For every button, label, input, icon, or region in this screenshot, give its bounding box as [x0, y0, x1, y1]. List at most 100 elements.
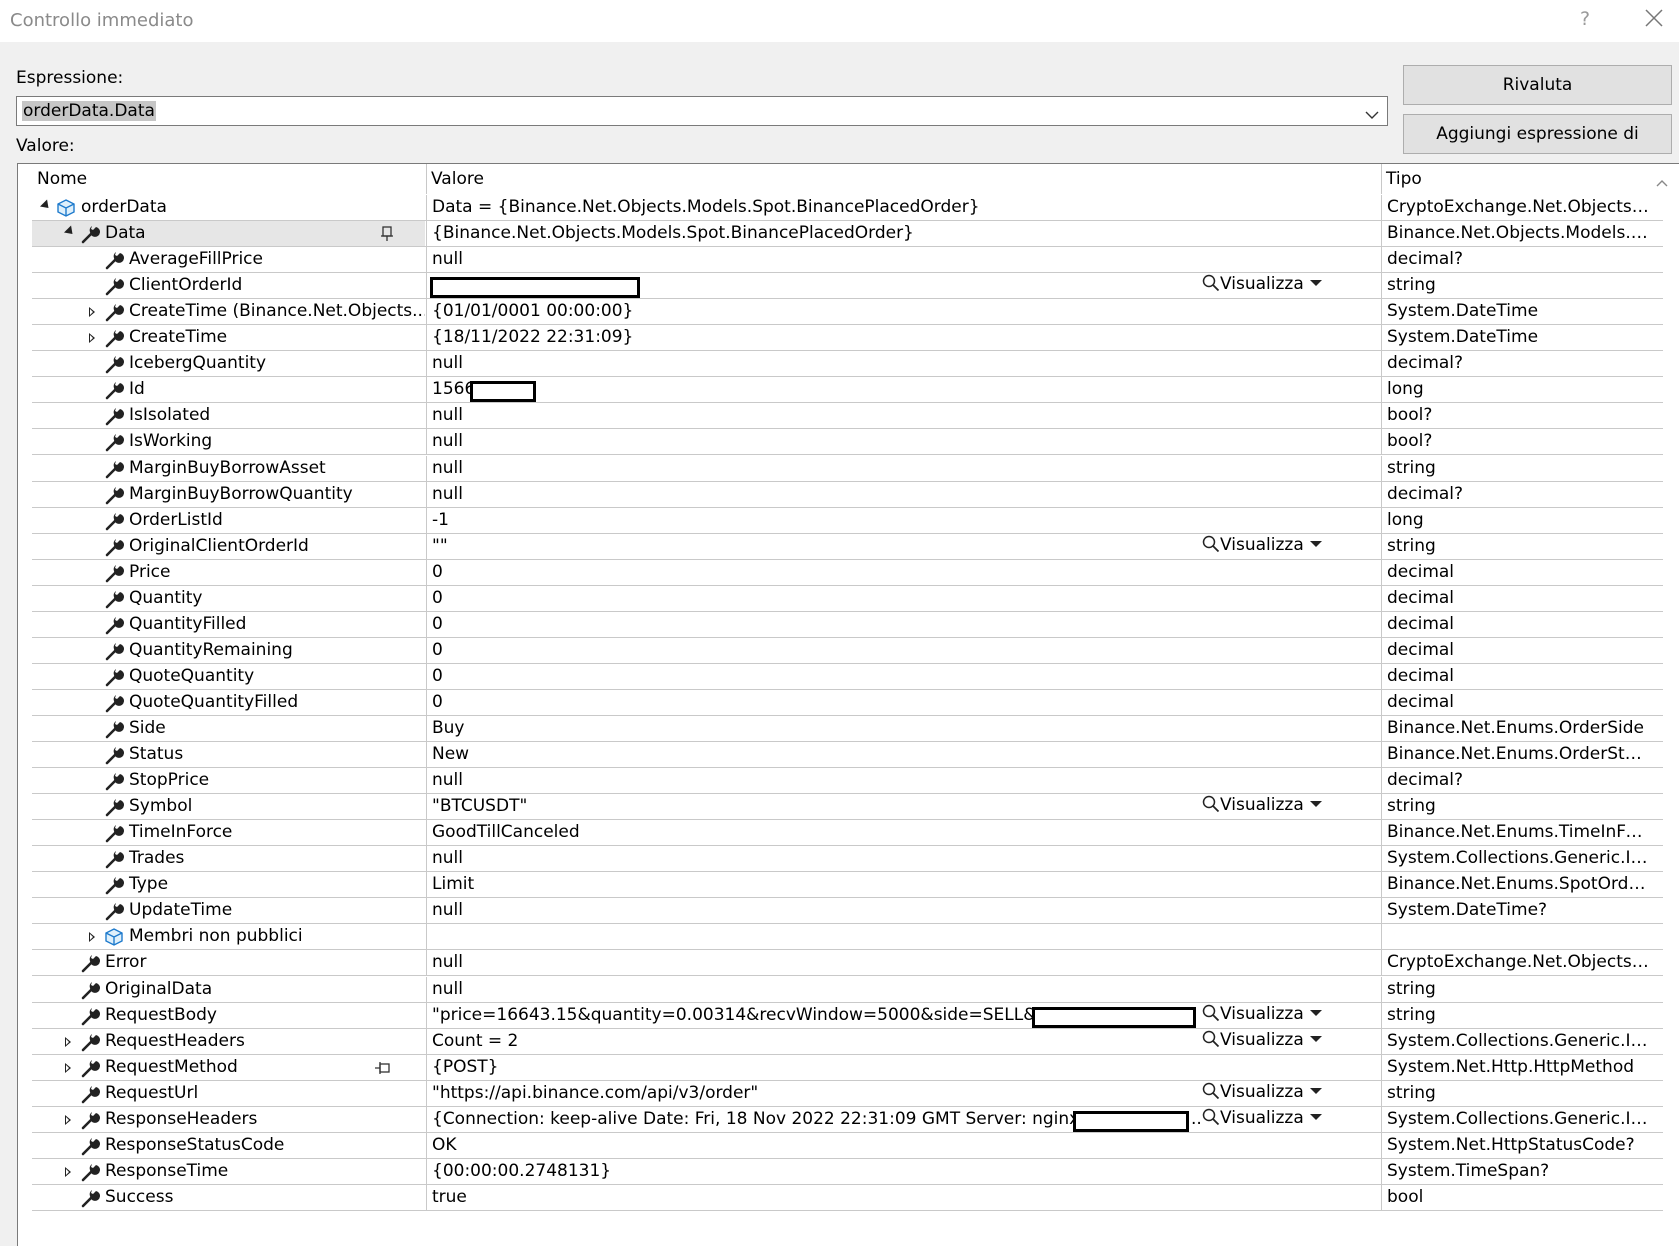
visualize-button[interactable]: Visualizza — [1202, 1030, 1322, 1050]
type-cell[interactable]: System.Collections.Generic.IEnu... — [1381, 1106, 1652, 1132]
value-cell[interactable]: null — [426, 351, 1381, 377]
tree-row[interactable]: ResponseHeaders {Connection: keep-alive D… — [32, 1106, 1663, 1133]
visualize-button[interactable]: Visualizza — [1202, 535, 1322, 555]
column-header-name[interactable]: Nome — [37, 169, 87, 189]
type-cell[interactable]: CryptoExchange.Net.Objects.W... — [1381, 195, 1652, 220]
tree-row[interactable]: RequestHeaders Count = 2 Visualizza System.… — [32, 1028, 1663, 1055]
name-cell[interactable]: Quantity — [32, 586, 425, 611]
value-cell[interactable]: "https://api.binance.com/api/v3/order" Vi… — [426, 1080, 1381, 1106]
visualize-button[interactable]: Visualizza — [1202, 1004, 1322, 1024]
value-cell[interactable]: null — [426, 846, 1381, 872]
value-cell[interactable]: {00:00:00.2748131} — [426, 1158, 1381, 1184]
tree-row[interactable]: OriginalData null string — [32, 976, 1663, 1003]
value-cell[interactable]: 0 — [426, 585, 1381, 611]
value-cell[interactable]: {01/01/0001 00:00:00} — [426, 299, 1381, 325]
name-cell[interactable]: QuantityRemaining — [32, 638, 425, 663]
tree-row[interactable]: Price 0 decimal — [32, 559, 1663, 586]
value-cell[interactable]: null — [426, 976, 1381, 1002]
tree-row[interactable]: MarginBuyBorrowQuantity null decimal? — [32, 481, 1663, 508]
type-cell[interactable]: string — [1381, 273, 1652, 299]
name-cell[interactable]: AverageFillPrice — [32, 247, 425, 272]
expand-icon[interactable] — [65, 1166, 71, 1177]
tree-row[interactable]: OrderListId -1 long — [32, 507, 1663, 534]
name-cell[interactable]: QuoteQuantity — [32, 664, 425, 689]
value-cell[interactable]: 0 — [426, 689, 1381, 715]
value-cell[interactable]: Count = 2 Visualizza — [426, 1028, 1381, 1054]
name-cell[interactable]: StopPrice — [32, 768, 425, 793]
type-cell[interactable]: long — [1381, 377, 1652, 403]
tree-row[interactable]: MarginBuyBorrowAsset null string — [32, 455, 1663, 482]
value-cell[interactable]: -1 — [426, 507, 1381, 533]
type-cell[interactable]: decimal — [1381, 611, 1652, 637]
type-cell[interactable]: decimal — [1381, 689, 1652, 715]
name-cell[interactable]: Success — [32, 1185, 425, 1210]
pin-icon[interactable] — [380, 226, 394, 246]
value-cell[interactable]: null — [426, 898, 1381, 924]
value-cell[interactable]: {18/11/2022 22:31:09} — [426, 325, 1381, 351]
tree-row[interactable]: IsIsolated null bool? — [32, 403, 1663, 430]
tree-row[interactable]: OriginalClientOrderId "" Visualizza string — [32, 533, 1663, 560]
type-cell[interactable]: decimal — [1381, 559, 1652, 585]
type-cell[interactable]: bool — [1381, 1184, 1652, 1210]
name-cell[interactable]: RequestHeaders — [32, 1029, 425, 1054]
name-cell[interactable]: orderData — [32, 195, 425, 220]
visualize-button[interactable]: Visualizza — [1202, 1108, 1322, 1128]
type-cell[interactable]: System.DateTime — [1381, 325, 1652, 351]
name-cell[interactable]: Trades — [32, 846, 425, 871]
expand-icon[interactable] — [89, 307, 95, 318]
tree-row[interactable]: RequestBody "price=16643.15&quantity=0.00… — [32, 1002, 1663, 1029]
tree-row[interactable]: Side Buy Binance.Net.Enums.OrderSide — [32, 716, 1663, 742]
close-icon[interactable] — [1644, 8, 1666, 30]
expression-combobox[interactable]: orderData.Data — [16, 96, 1388, 126]
name-cell[interactable]: CreateTime — [32, 325, 425, 350]
name-cell[interactable]: Status — [32, 742, 425, 767]
value-cell[interactable]: Visualizza — [426, 273, 1381, 299]
name-cell[interactable]: ResponseHeaders — [32, 1107, 425, 1132]
name-cell[interactable]: RequestMethod — [32, 1055, 425, 1080]
value-cell[interactable]: null — [426, 403, 1381, 429]
name-cell[interactable]: Membri non pubblici — [32, 924, 425, 949]
value-cell[interactable]: 0 — [426, 611, 1381, 637]
add-watch-button[interactable]: Aggiungi espressione di controllo — [1403, 114, 1672, 182]
name-cell[interactable]: IsWorking — [32, 429, 425, 454]
scroll-up-icon[interactable] — [1656, 172, 1668, 191]
value-cell[interactable]: "" Visualizza — [426, 533, 1381, 559]
name-cell[interactable]: UpdateTime — [32, 898, 425, 923]
tree-row[interactable]: StopPrice null decimal? — [32, 768, 1663, 795]
type-cell[interactable]: System.DateTime? — [1381, 898, 1652, 924]
name-cell[interactable]: OrderListId — [32, 508, 425, 533]
type-cell[interactable]: decimal — [1381, 663, 1652, 689]
expand-icon[interactable] — [65, 1062, 71, 1073]
expand-icon[interactable] — [89, 932, 95, 943]
tree-row[interactable]: orderData Data = {Binance.Net.Objects.Mod… — [32, 195, 1663, 221]
help-button[interactable]: ? — [1580, 8, 1590, 30]
tree-row[interactable]: Error null CryptoExchange.Net.Objects.Err.… — [32, 950, 1663, 977]
type-cell[interactable]: string — [1381, 1080, 1652, 1106]
collapse-icon[interactable] — [63, 225, 77, 238]
name-cell[interactable]: Data — [32, 221, 425, 247]
type-cell[interactable]: Binance.Net.Enums.TimeInForce — [1381, 820, 1652, 846]
value-cell[interactable]: "BTCUSDT" Visualizza — [426, 794, 1381, 820]
dropdown-arrow-icon[interactable] — [1309, 1087, 1322, 1094]
name-cell[interactable]: MarginBuyBorrowAsset — [32, 456, 425, 481]
column-header-value[interactable]: Valore — [431, 169, 484, 189]
name-cell[interactable]: MarginBuyBorrowQuantity — [32, 482, 425, 507]
dropdown-arrow-icon[interactable] — [1309, 540, 1322, 547]
tree-row[interactable]: IcebergQuantity null decimal? — [32, 351, 1663, 378]
type-cell[interactable]: System.Net.Http.HttpMethod — [1381, 1054, 1652, 1080]
type-cell[interactable]: Binance.Net.Objects.Models.Sp... — [1381, 221, 1652, 247]
name-cell[interactable]: IcebergQuantity — [32, 351, 425, 376]
visualize-button[interactable]: Visualizza — [1202, 795, 1322, 815]
value-cell[interactable]: 0 — [426, 559, 1381, 585]
name-cell[interactable]: CreateTime (Binance.Net.Objects.... — [32, 299, 425, 324]
value-cell[interactable]: Data = {Binance.Net.Objects.Models.Spot.… — [426, 195, 1381, 220]
name-cell[interactable]: Type — [32, 872, 425, 897]
tree-row[interactable]: Data {Binance.Net.Objects.Models.Spot.Bin… — [32, 221, 1663, 248]
type-cell[interactable]: Binance.Net.Enums.OrderStatus — [1381, 742, 1652, 768]
tree-row[interactable]: Membri non pubblici — [32, 924, 1663, 951]
value-cell[interactable] — [426, 924, 1381, 950]
tree-row[interactable]: ResponseTime {00:00:00.2748131} System.Tim… — [32, 1158, 1663, 1185]
reevaluate-button[interactable]: Rivaluta — [1403, 65, 1672, 105]
value-cell[interactable]: {Binance.Net.Objects.Models.Spot.Binance… — [426, 221, 1381, 247]
tree-row[interactable]: QuoteQuantity 0 decimal — [32, 663, 1663, 690]
